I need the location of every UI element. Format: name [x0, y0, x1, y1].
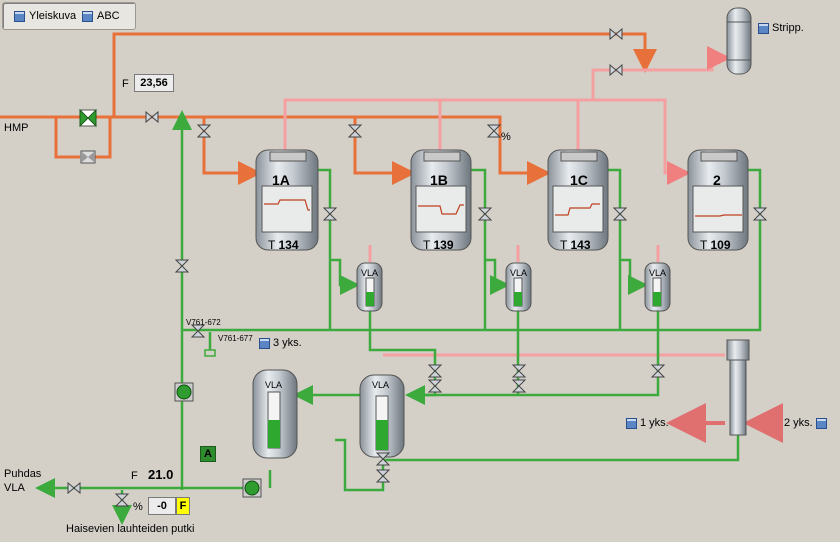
layout-icon: [815, 418, 827, 429]
tank-2-temp: T 109: [700, 238, 731, 252]
stripper-label: Stripp.: [772, 22, 804, 34]
big-vla-right-label: VLA: [372, 380, 390, 390]
flow-top-label: F: [122, 78, 129, 90]
yks2-label: 2 yks.: [784, 417, 813, 429]
layout-icon: [82, 10, 93, 22]
tank-1b-name: 1B: [430, 172, 448, 188]
tank-1c-temp: T 143: [560, 238, 591, 252]
bleed-valve: [204, 349, 216, 357]
tank-1a: [255, 149, 319, 251]
yks1-label: 1 yks.: [640, 417, 669, 429]
flow-bottom-label: F: [131, 470, 138, 482]
tank-1c-name: 1C: [570, 172, 588, 188]
steam-pipes: [0, 32, 657, 185]
small-vla-3-label: VLA: [649, 268, 667, 278]
main-control-valve: [79, 108, 97, 164]
drain-caption: Haisevien lauhteiden putki: [66, 523, 195, 535]
bottom-f-badge: F: [176, 497, 190, 515]
layout-icon: [626, 418, 637, 429]
temp-value: 139: [433, 238, 454, 252]
layout-icon: [259, 338, 270, 349]
temp-value: 134: [278, 238, 299, 252]
puhdas-label: Puhdas: [4, 468, 42, 480]
yks2-link[interactable]: 2 yks.: [784, 417, 827, 430]
pump-upper: [174, 382, 194, 402]
tank-1b: [410, 149, 472, 251]
process-diagram: Yleiskuva ABC HMP Stripp. F 23,56 % 1A 1…: [0, 0, 840, 539]
flow-top-value[interactable]: 23,56: [134, 74, 174, 92]
temp-label: T: [423, 238, 431, 252]
temp-label: T: [700, 238, 708, 252]
temp-label: T: [560, 238, 568, 252]
vla-out-label: VLA: [4, 482, 25, 494]
temp-label: T: [268, 238, 276, 252]
percent-bottom-label: %: [133, 501, 143, 513]
flow-bottom-value: 21.0: [148, 467, 174, 482]
small-vla-1-label: VLA: [361, 268, 379, 278]
yks1-link[interactable]: 1 yks.: [626, 417, 669, 430]
tank-1a-temp: T 134: [268, 238, 299, 252]
tank-1a-name: 1A: [272, 172, 290, 188]
temp-value: 143: [570, 238, 591, 252]
condensate-pipes: [35, 110, 762, 525]
pump-lower: [242, 478, 262, 498]
condensate-column: [726, 339, 750, 436]
small-vla-2-label: VLA: [510, 268, 528, 278]
valve-v761-672-label: V761-672: [186, 318, 221, 327]
nav-tab-abc[interactable]: ABC: [76, 6, 126, 26]
tank-1c: [547, 149, 609, 251]
nav-tab-yleiskuva-label: Yleiskuva: [29, 10, 77, 22]
big-vla-left-label: VLA: [265, 380, 283, 390]
valve-v761-677-label: V761-677: [218, 334, 253, 343]
bottom-value-box[interactable]: -0: [148, 497, 176, 515]
layout-icon: [758, 23, 769, 34]
temp-value: 109: [710, 238, 731, 252]
stripper-column: [726, 7, 752, 75]
nav-tab-yleiskuva[interactable]: Yleiskuva: [8, 6, 82, 26]
tank-2: [687, 149, 749, 251]
hmp-label: HMP: [4, 122, 29, 134]
nav-tab-abc-label: ABC: [97, 10, 120, 22]
layout-icon: [14, 10, 25, 22]
yks3-label: 3 yks.: [273, 337, 302, 349]
mode-badge[interactable]: A: [200, 446, 216, 462]
yks3-link[interactable]: 3 yks.: [259, 337, 302, 350]
percent-mid-label: %: [501, 131, 511, 143]
stripper-link[interactable]: Stripp.: [758, 22, 804, 35]
tank-1b-temp: T 139: [423, 238, 454, 252]
tank-2-name: 2: [713, 172, 721, 188]
